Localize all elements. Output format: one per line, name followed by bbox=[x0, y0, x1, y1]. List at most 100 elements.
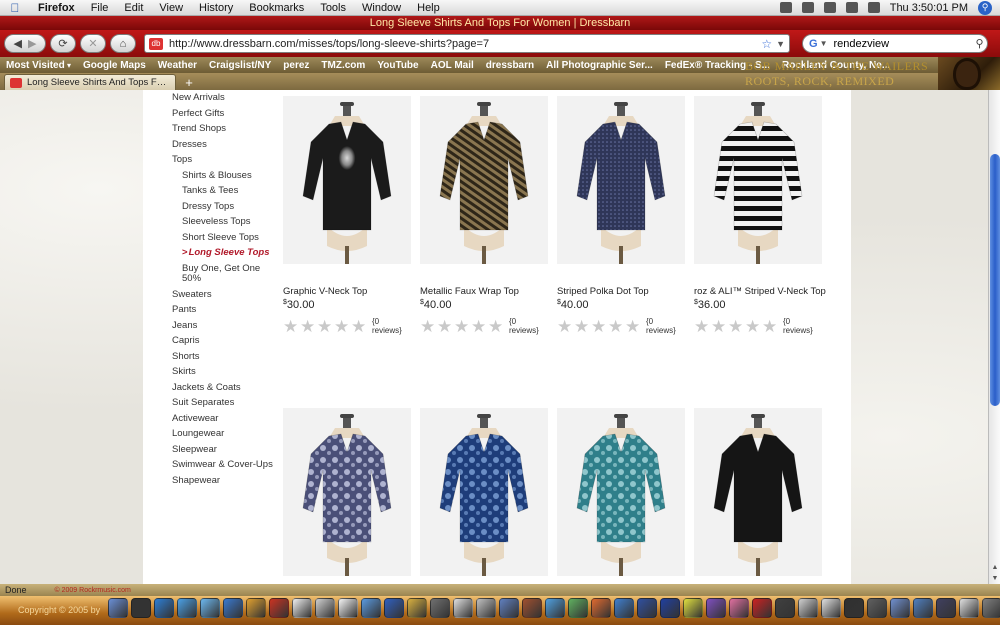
dock-app-icon[interactable] bbox=[131, 598, 151, 618]
reviews-link[interactable]: {0 reviews} bbox=[509, 317, 548, 335]
bookmark-weather[interactable]: Weather bbox=[158, 60, 197, 71]
menu-window[interactable]: Window bbox=[354, 2, 409, 14]
menu-view[interactable]: View bbox=[151, 2, 191, 14]
product-image[interactable] bbox=[420, 96, 548, 264]
scrollbar-thumb[interactable] bbox=[990, 154, 1000, 406]
sidebar-item-short-sleeve-tops[interactable]: Short Sleeve Tops bbox=[172, 230, 272, 246]
dock-app-icon[interactable] bbox=[706, 598, 726, 618]
product-image[interactable] bbox=[283, 408, 411, 576]
display-icon[interactable] bbox=[779, 2, 792, 13]
dock-app-icon[interactable] bbox=[591, 598, 611, 618]
sidebar-item-buy-one-get-one-50[interactable]: Buy One, Get One 50% bbox=[172, 261, 272, 287]
bookmark-youtube[interactable]: YouTube bbox=[377, 60, 418, 71]
sidebar-item-pants[interactable]: Pants bbox=[172, 302, 272, 318]
dock-app-icon[interactable] bbox=[453, 598, 473, 618]
engine-dropdown-icon[interactable]: ▼ bbox=[820, 39, 828, 48]
dock-app-icon[interactable] bbox=[844, 598, 864, 618]
sidebar-item-sleepwear[interactable]: Sleepwear bbox=[172, 442, 272, 458]
sidebar-item-jackets-coats[interactable]: Jackets & Coats bbox=[172, 380, 272, 396]
dock-app-icon[interactable] bbox=[729, 598, 749, 618]
dock-app-icon[interactable] bbox=[407, 598, 427, 618]
dock-app-icon[interactable] bbox=[338, 598, 358, 618]
menu-tools[interactable]: Tools bbox=[312, 2, 354, 14]
volume-icon[interactable] bbox=[867, 2, 880, 13]
address-bar[interactable]: db ☆ ▼ bbox=[144, 34, 790, 53]
back-arrow-icon[interactable]: ◀ bbox=[14, 37, 22, 50]
dock-app-icon[interactable] bbox=[246, 598, 266, 618]
new-tab-button[interactable]: + bbox=[180, 76, 198, 90]
sidebar-item-loungewear[interactable]: Loungewear bbox=[172, 426, 272, 442]
url-input[interactable] bbox=[169, 37, 758, 50]
menu-history[interactable]: History bbox=[191, 2, 241, 14]
dock-app-icon[interactable] bbox=[499, 598, 519, 618]
menubar-clock[interactable]: Thu 3:50:01 PM bbox=[890, 2, 968, 14]
dock-app-icon[interactable] bbox=[361, 598, 381, 618]
dock-app-icon[interactable] bbox=[752, 598, 772, 618]
url-dropdown-icon[interactable]: ▼ bbox=[776, 39, 785, 49]
menu-file[interactable]: File bbox=[83, 2, 117, 14]
sidebar-item-tanks-tees[interactable]: Tanks & Tees bbox=[172, 183, 272, 199]
sidebar-item-shirts-blouses[interactable]: Shirts & Blouses bbox=[172, 168, 272, 184]
sidebar-item-new-arrivals[interactable]: New Arrivals bbox=[172, 90, 272, 106]
bookmark-aol-mail[interactable]: AOL Mail bbox=[431, 60, 474, 71]
search-bar[interactable]: G ▼ ⚲ bbox=[802, 34, 988, 53]
product-image[interactable] bbox=[557, 408, 685, 576]
dock-app-icon[interactable] bbox=[384, 598, 404, 618]
product-image[interactable] bbox=[557, 96, 685, 264]
dock-app-icon[interactable] bbox=[223, 598, 243, 618]
apple-menu-icon[interactable]:  bbox=[0, 1, 30, 15]
dock-app-icon[interactable] bbox=[913, 598, 933, 618]
dock-app-icon[interactable] bbox=[545, 598, 565, 618]
product-name[interactable]: Metallic Faux Wrap Top bbox=[420, 286, 548, 297]
sidebar-item-shorts[interactable]: Shorts bbox=[172, 349, 272, 365]
stop-button[interactable]: ✕ bbox=[80, 34, 106, 53]
dock-app-icon[interactable] bbox=[154, 598, 174, 618]
sidebar-item-sweaters[interactable]: Sweaters bbox=[172, 287, 272, 303]
dock-app-icon[interactable] bbox=[200, 598, 220, 618]
search-icon[interactable]: ⚲ bbox=[975, 37, 983, 50]
sidebar-item-long-sleeve-tops[interactable]: Long Sleeve Tops bbox=[172, 245, 272, 261]
dock-app-icon[interactable] bbox=[614, 598, 634, 618]
bookmark-tmz[interactable]: TMZ.com bbox=[321, 60, 365, 71]
menu-edit[interactable]: Edit bbox=[116, 2, 151, 14]
bookmark-craigslist[interactable]: Craigslist/NY bbox=[209, 60, 271, 71]
google-engine-icon[interactable]: G bbox=[809, 38, 818, 50]
sidebar-item-activewear[interactable]: Activewear bbox=[172, 411, 272, 427]
dock-app-icon[interactable] bbox=[798, 598, 818, 618]
dock-app-icon[interactable] bbox=[292, 598, 312, 618]
scroll-up-arrow-icon[interactable]: ▲ bbox=[989, 562, 1000, 573]
dock-app-icon[interactable] bbox=[982, 598, 1000, 618]
time-machine-icon[interactable] bbox=[823, 2, 836, 13]
sidebar-item-perfect-gifts[interactable]: Perfect Gifts bbox=[172, 106, 272, 122]
bluetooth-icon[interactable] bbox=[801, 2, 814, 13]
sidebar-item-dresses[interactable]: Dresses bbox=[172, 137, 272, 153]
search-input[interactable] bbox=[833, 37, 976, 50]
sidebar-item-capris[interactable]: Capris bbox=[172, 333, 272, 349]
sidebar-item-skirts[interactable]: Skirts bbox=[172, 364, 272, 380]
dock-app-icon[interactable] bbox=[775, 598, 795, 618]
back-forward-button[interactable]: ◀ ▶ bbox=[4, 34, 46, 53]
dock-app-icon[interactable] bbox=[476, 598, 496, 618]
scroll-down-arrow-icon[interactable]: ▼ bbox=[989, 573, 1000, 584]
bookmark-star-icon[interactable]: ☆ bbox=[761, 37, 772, 51]
reviews-link[interactable]: {0 reviews} bbox=[783, 317, 822, 335]
product-image[interactable] bbox=[694, 408, 822, 576]
sidebar-item-suit-separates[interactable]: Suit Separates bbox=[172, 395, 272, 411]
dock-app-icon[interactable] bbox=[269, 598, 289, 618]
vertical-scrollbar[interactable]: ▲ ▼ bbox=[988, 90, 1000, 584]
sidebar-item-dressy-tops[interactable]: Dressy Tops bbox=[172, 199, 272, 215]
sidebar-item-swimwear-cover-ups[interactable]: Swimwear & Cover-Ups bbox=[172, 457, 273, 473]
bookmark-dressbarn[interactable]: dressbarn bbox=[486, 60, 534, 71]
bookmark-google-maps[interactable]: Google Maps bbox=[83, 60, 146, 71]
product-name[interactable]: roz & ALI™ Striped V-Neck Top bbox=[694, 286, 826, 297]
menu-app-firefox[interactable]: Firefox bbox=[30, 2, 83, 14]
dock-app-icon[interactable] bbox=[177, 598, 197, 618]
sidebar-item-jeans[interactable]: Jeans bbox=[172, 318, 272, 334]
product-image[interactable] bbox=[420, 408, 548, 576]
spotlight-icon[interactable]: ⚲ bbox=[978, 0, 992, 15]
tab-dressbarn[interactable]: Long Sleeve Shirts And Tops For ... bbox=[4, 74, 176, 90]
dock-app-icon[interactable] bbox=[315, 598, 335, 618]
product-name[interactable]: Graphic V-Neck Top bbox=[283, 286, 411, 297]
sidebar-item-shapewear[interactable]: Shapewear bbox=[172, 473, 272, 489]
product-name[interactable]: Striped Polka Dot Top bbox=[557, 286, 685, 297]
